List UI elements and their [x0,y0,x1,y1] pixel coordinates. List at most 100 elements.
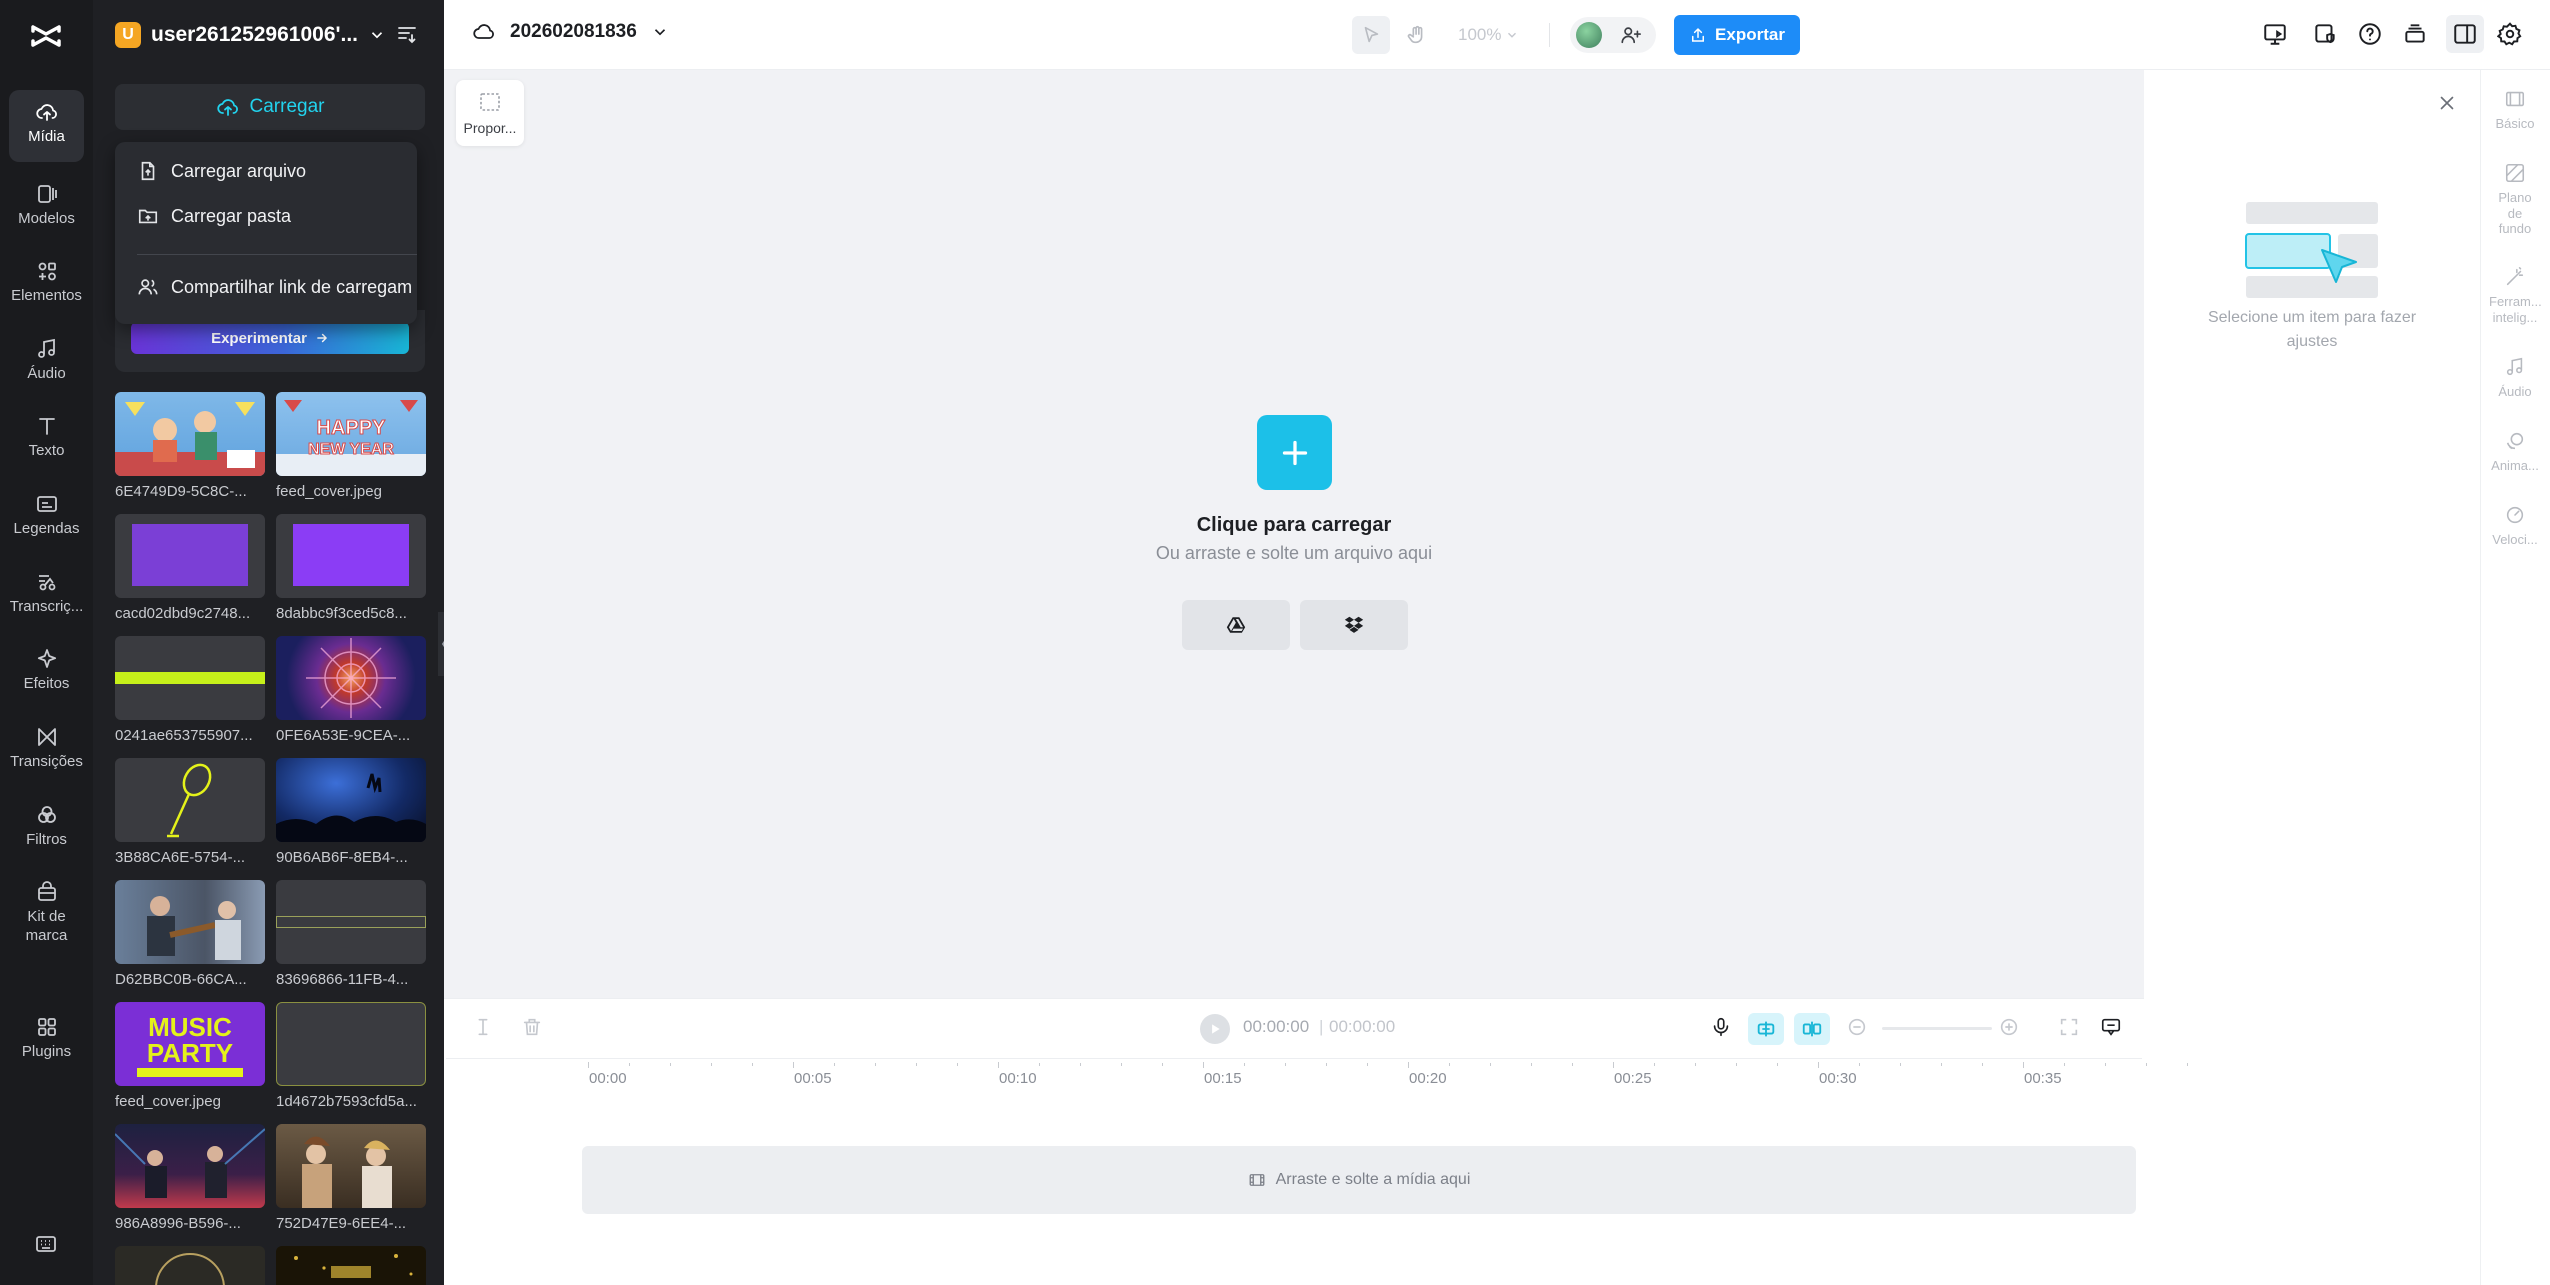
media-name: 0241ae653755907... [115,727,253,744]
media-thumbnail[interactable] [276,1124,426,1208]
split-link-icon [1802,1021,1822,1037]
tab-background[interactable]: Plano de fundo [2480,162,2550,237]
tab-basic[interactable]: Básico [2480,88,2550,132]
nav-item-text[interactable]: Texto [9,404,84,461]
illustration-people [115,402,265,476]
avatar[interactable] [1576,22,1602,48]
zoom-select[interactable]: 100% [1458,25,1519,45]
nav-item-effects[interactable]: Efeitos [9,637,84,694]
media-thumbnail[interactable] [276,636,426,720]
brand-shield-icon[interactable] [2312,21,2338,47]
chevron-down-icon [1508,32,1517,38]
upload-prompt-title: Clique para carregar [1196,514,1392,536]
nav-item-transcript[interactable]: Transcriç... [9,560,84,617]
nav-item-label: Transcriç... [9,598,84,615]
clock-image [155,1253,225,1285]
media-thumbnail[interactable] [115,1124,265,1208]
nav-item-captions[interactable]: Legendas [9,482,84,539]
split-icon[interactable] [472,1016,494,1038]
close-icon[interactable] [2436,92,2458,114]
try-button[interactable]: Experimentar [131,322,409,354]
upload-button[interactable]: Carregar [115,84,425,130]
tab-smart-tools[interactable]: Ferram... intelig... [2480,266,2550,325]
timeline-drop-zone[interactable]: Arraste e solte a mídia aqui [582,1146,2136,1214]
add-media-button[interactable] [1257,415,1332,490]
export-button-label: Exportar [1715,25,1785,44]
hand-tool-button[interactable] [1398,16,1436,54]
guitarist-photo [147,896,241,960]
panel-layout-icon [2454,24,2476,44]
menu-item-share-link[interactable]: Compartilhar link de carregam [137,276,412,298]
timeline-zoom-slider[interactable] [1882,1027,1992,1030]
media-name: 83696866-11FB-4... [276,971,409,988]
media-thumbnail[interactable]: MUSIC PARTY [115,1002,265,1086]
nav-item-transitions[interactable]: Transições [9,715,84,772]
nav-item-templates[interactable]: Modelos [9,172,84,229]
account-name: user261252961006'... [151,23,359,46]
comment-icon[interactable] [2100,1016,2122,1038]
media-thumbnail[interactable] [276,514,426,598]
ruler-tick [588,1062,589,1068]
zoom-out-icon[interactable] [1846,1016,1868,1038]
nav-item-media[interactable]: Mídia [9,90,84,162]
media-thumbnail[interactable]: HAPPY NEW YEAR [276,392,426,476]
nav-item-elements[interactable]: Elementos [9,249,84,306]
timeline-ruler[interactable] [446,1058,2142,1059]
menu-item-upload-file[interactable]: Carregar arquivo [137,160,306,182]
help-icon[interactable] [2357,21,2383,47]
export-button[interactable]: Exportar [1674,15,1800,55]
svg-text:HAPPY: HAPPY [317,417,387,439]
media-thumbnail[interactable] [115,392,265,476]
nav-item-label: Modelos [18,210,75,227]
menu-item-label: Carregar pasta [171,205,292,226]
google-drive-button[interactable] [1182,600,1290,650]
tab-label: Veloci... [2492,532,2538,547]
media-thumbnail[interactable] [115,636,265,720]
aspect-ratio-button[interactable]: Propor... [456,80,524,146]
link-clips-toggle[interactable] [1794,1013,1830,1045]
project-title-menu[interactable]: 202602081836 [472,20,669,44]
select-item-illustration [2245,202,2378,298]
nav-item-filters[interactable]: Filtros [9,793,84,850]
tab-label: Ferram... intelig... [2489,294,2542,325]
layers-icon[interactable] [2402,21,2428,47]
fit-screen-icon[interactable] [2058,1016,2080,1038]
ruler-tick-label: 00:10 [999,1070,1037,1087]
media-thumbnail[interactable] [115,1246,265,1285]
media-thumbnail[interactable] [276,880,426,964]
tab-audio[interactable]: Áudio [2480,356,2550,400]
keyboard-icon[interactable] [34,1232,58,1256]
media-name: 0FE6A53E-9CEA-... [276,727,411,744]
menu-item-upload-folder[interactable]: Carregar pasta [137,205,291,227]
purple-texture-image [132,524,248,586]
present-icon[interactable] [2262,21,2288,47]
magnet-snap-toggle[interactable] [1748,1013,1784,1045]
settings-icon[interactable] [2497,21,2523,47]
zoom-in-icon[interactable] [1998,1016,2020,1038]
nav-item-audio[interactable]: Áudio [9,327,84,384]
media-thumbnail[interactable] [115,880,265,964]
trash-icon[interactable] [521,1016,543,1038]
account-switcher[interactable]: U user261252961006'... [115,20,386,50]
ruler-minor-tick [1900,1063,1901,1066]
media-thumbnail[interactable] [276,758,426,842]
tab-animation[interactable]: Anima... [2480,430,2550,474]
play-button[interactable] [1200,1014,1230,1044]
microphone-icon[interactable] [1710,1016,1732,1038]
ruler-minor-tick [1572,1063,1573,1066]
select-tool-button[interactable] [1352,16,1390,54]
media-thumbnail[interactable] [115,758,265,842]
media-thumbnail[interactable] [276,1246,426,1285]
media-thumbnail[interactable] [115,514,265,598]
capcut-logo[interactable] [28,18,64,54]
band-stage-image [115,1128,265,1198]
dropbox-button[interactable] [1300,600,1408,650]
aspect-ratio-icon [480,93,500,111]
media-thumbnail[interactable] [276,1002,426,1086]
add-collaborator-icon[interactable] [1620,24,1642,46]
music-note-icon [37,338,55,358]
nav-item-brand-kit[interactable]: Kit de marca [9,870,84,946]
sort-menu-icon[interactable] [395,22,419,46]
tab-speed[interactable]: Veloci... [2480,504,2550,548]
nav-item-plugins[interactable]: Plugins [9,1005,84,1062]
